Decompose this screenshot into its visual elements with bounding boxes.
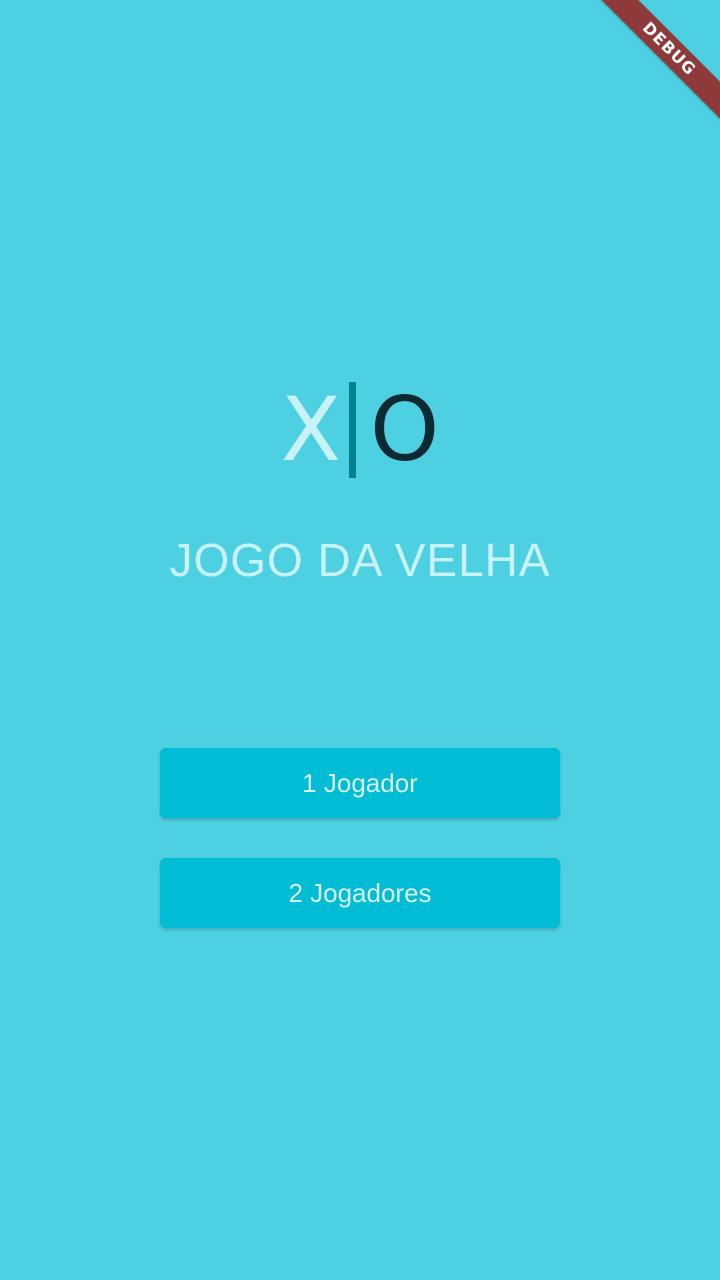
one-player-button[interactable]: 1 Jogador xyxy=(160,748,560,818)
logo-o-symbol: O xyxy=(370,378,440,481)
two-players-button[interactable]: 2 Jogadores xyxy=(160,858,560,928)
app-logo: X O xyxy=(0,380,720,480)
logo-x-symbol: X xyxy=(280,378,342,481)
home-screen: DEBUG X O JOGO DA VELHA 1 Jogador 2 Joga… xyxy=(0,0,720,1280)
game-title: JOGO DA VELHA xyxy=(169,534,551,586)
debug-banner: DEBUG xyxy=(580,0,720,140)
debug-banner-label: DEBUG xyxy=(592,0,720,126)
logo-divider xyxy=(349,382,357,478)
